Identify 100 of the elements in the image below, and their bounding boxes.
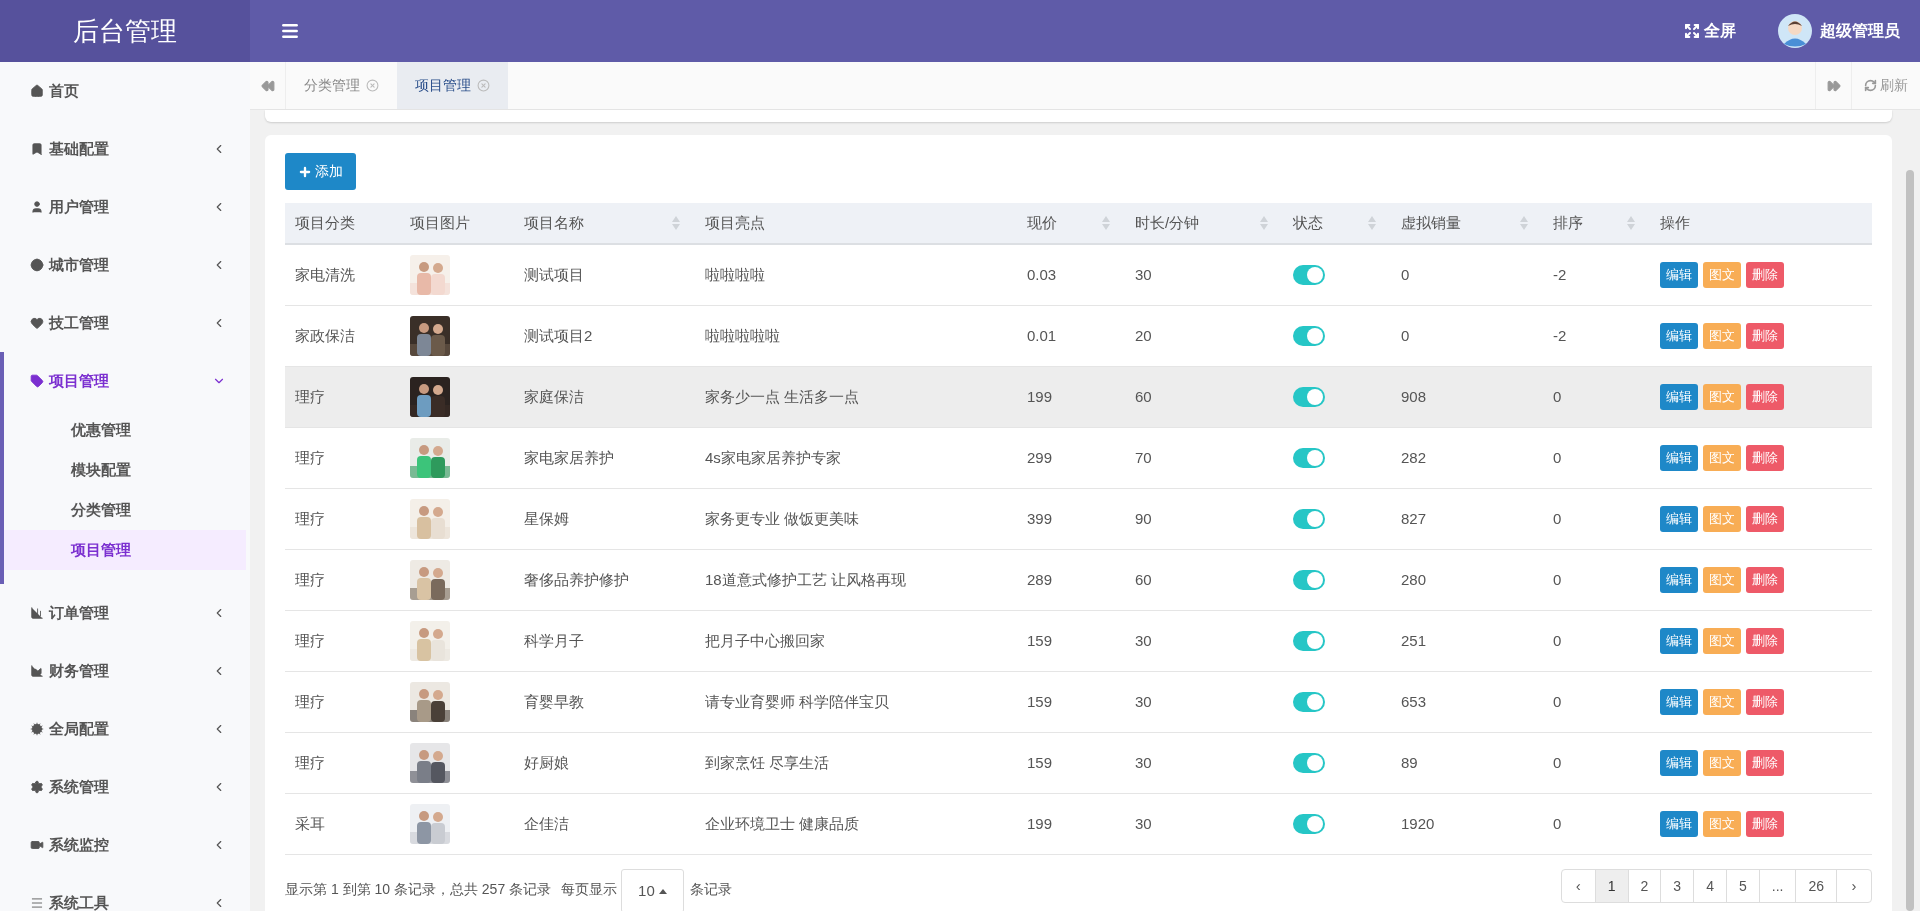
edit-button[interactable]: 编辑 [1660,628,1698,654]
next-page-button[interactable]: › [1837,870,1871,902]
edit-button[interactable]: 编辑 [1660,811,1698,837]
table-cell-text: 测试项目2 [524,325,593,346]
page-tab[interactable]: 分类管理 [286,62,397,109]
table-cell-text: 827 [1401,508,1427,529]
sidebar-item[interactable]: 用户管理 [0,178,250,236]
close-icon[interactable] [477,79,490,92]
status-toggle[interactable] [1293,692,1325,712]
status-toggle[interactable] [1293,448,1325,468]
sort-icon[interactable] [1101,215,1111,231]
column-header[interactable]: 虚拟销量 [1391,203,1543,243]
edit-button[interactable]: 编辑 [1660,445,1698,471]
record-summary: 显示第 1 到第 10 条记录，总共 257 条记录 [285,880,552,899]
heart-icon [30,316,44,330]
table-cell-text: 采耳 [295,813,325,834]
sidebar-item[interactable]: 系统监控 [0,816,250,874]
column-header[interactable]: 排序 [1543,203,1650,243]
sidebar-subitem[interactable]: 分类管理 [4,490,246,530]
sidebar-item[interactable]: 财务管理 [0,642,250,700]
sidebar-item[interactable]: 城市管理 [0,236,250,294]
table-cell-text: 到家烹饪 尽享生活 [705,752,830,773]
sort-icon[interactable] [1259,215,1269,231]
status-toggle[interactable] [1293,265,1325,285]
table-cell-text: 理疗 [295,447,325,468]
table-cell-text: 理疗 [295,630,325,651]
table-cell-text: -2 [1553,264,1567,285]
edit-button[interactable]: 编辑 [1660,750,1698,776]
per-page-label: 每页显示 [561,880,618,899]
table-cell-text: 299 [1027,447,1053,468]
edit-button[interactable]: 编辑 [1660,384,1698,410]
previous-page-button[interactable]: ‹ [1561,870,1596,902]
fullscreen-button[interactable]: 全屏 [1684,0,1736,62]
edit-button[interactable]: 编辑 [1660,323,1698,349]
table-cell-text: 理疗 [295,691,325,712]
edit-button[interactable]: 编辑 [1660,689,1698,715]
sidebar-subitem[interactable]: 项目管理 [4,530,246,570]
page-button[interactable]: 1 [1595,870,1629,902]
sidebar-item[interactable]: 技工管理 [0,294,250,352]
status-toggle[interactable] [1293,509,1325,529]
sidebar-item[interactable]: 订单管理 [0,584,250,642]
table-cell-text: 159 [1027,752,1053,773]
table-cell-text: 199 [1027,386,1053,407]
table-cell-text: 18道意式修护工艺 让风格再现 [705,569,906,590]
user-name[interactable]: 超级管理员 [1820,19,1900,43]
table-cell-text: 289 [1027,569,1053,590]
sidebar-item[interactable]: 系统工具 [0,874,250,911]
edit-button[interactable]: 编辑 [1660,567,1698,593]
table-cell-text: 251 [1401,630,1427,651]
table-cell-text: 30 [1135,630,1152,651]
add-button[interactable]: 添加 [285,153,356,190]
status-toggle[interactable] [1293,814,1325,834]
table-cell-text: 0 [1401,264,1410,285]
table-cell-text: 科学月子 [524,630,584,651]
sort-icon[interactable] [1367,215,1377,231]
table-cell-text: 60 [1135,569,1152,590]
sidebar-item[interactable]: 基础配置 [0,120,250,178]
sidebar-item[interactable]: 项目管理 [4,352,250,410]
menu-toggle-icon[interactable] [280,21,300,41]
table-cell-text: 0 [1401,325,1410,346]
user-icon [30,200,44,214]
page-tab[interactable]: 项目管理 [397,62,508,109]
table-cell-text: 89 [1401,752,1418,773]
table-cell-text: 20 [1135,325,1152,346]
avatar-icon[interactable] [1778,14,1812,48]
sidebar-item[interactable]: 系统管理 [0,758,250,816]
status-toggle[interactable] [1293,387,1325,407]
sidebar-item[interactable]: 首页 [0,62,250,120]
table-cell-text: 30 [1135,813,1152,834]
table-cell-text: 70 [1135,447,1152,468]
menu-icon [30,896,44,910]
table-row[interactable]: 理疗 家庭保洁 家务少一点 生活多一点 199 60 908 0 编辑 图文 删除 [285,367,1872,428]
column-header[interactable]: 项目名称 [514,203,695,243]
column-header: 操作 [1659,212,1691,233]
table-cell-text: 0 [1553,508,1562,529]
sort-icon[interactable] [1626,215,1636,231]
sidebar-item[interactable]: 全局配置 [0,700,250,758]
sidebar-subitem[interactable]: 模块配置 [4,450,246,490]
sort-icon[interactable] [671,215,681,231]
close-icon[interactable] [366,79,379,92]
sort-icon[interactable] [1519,215,1529,231]
status-toggle[interactable] [1293,326,1325,346]
table-cell-text: 育婴早教 [524,691,584,712]
column-header[interactable]: 状态 [1283,203,1391,243]
column-header[interactable]: 时长/分钟 [1125,203,1283,243]
table-cell-text: 企业环境卫士 健康品质 [705,813,860,834]
column-header[interactable]: 现价 [1017,203,1125,243]
sidebar-subitem[interactable]: 优惠管理 [4,410,246,450]
edit-button[interactable]: 编辑 [1660,506,1698,532]
table-cell-text: 30 [1135,752,1152,773]
status-toggle[interactable] [1293,631,1325,651]
caret-up-icon [658,888,667,894]
status-toggle[interactable] [1293,570,1325,590]
status-toggle[interactable] [1293,753,1325,773]
table-cell-text: 908 [1401,386,1427,407]
table-cell-text: 60 [1135,386,1152,407]
table-cell-text: 家电清洗 [295,264,355,285]
table-cell-text: 理疗 [295,386,325,407]
edit-button[interactable]: 编辑 [1660,262,1698,288]
per-page-select[interactable]: 10 [621,869,684,911]
